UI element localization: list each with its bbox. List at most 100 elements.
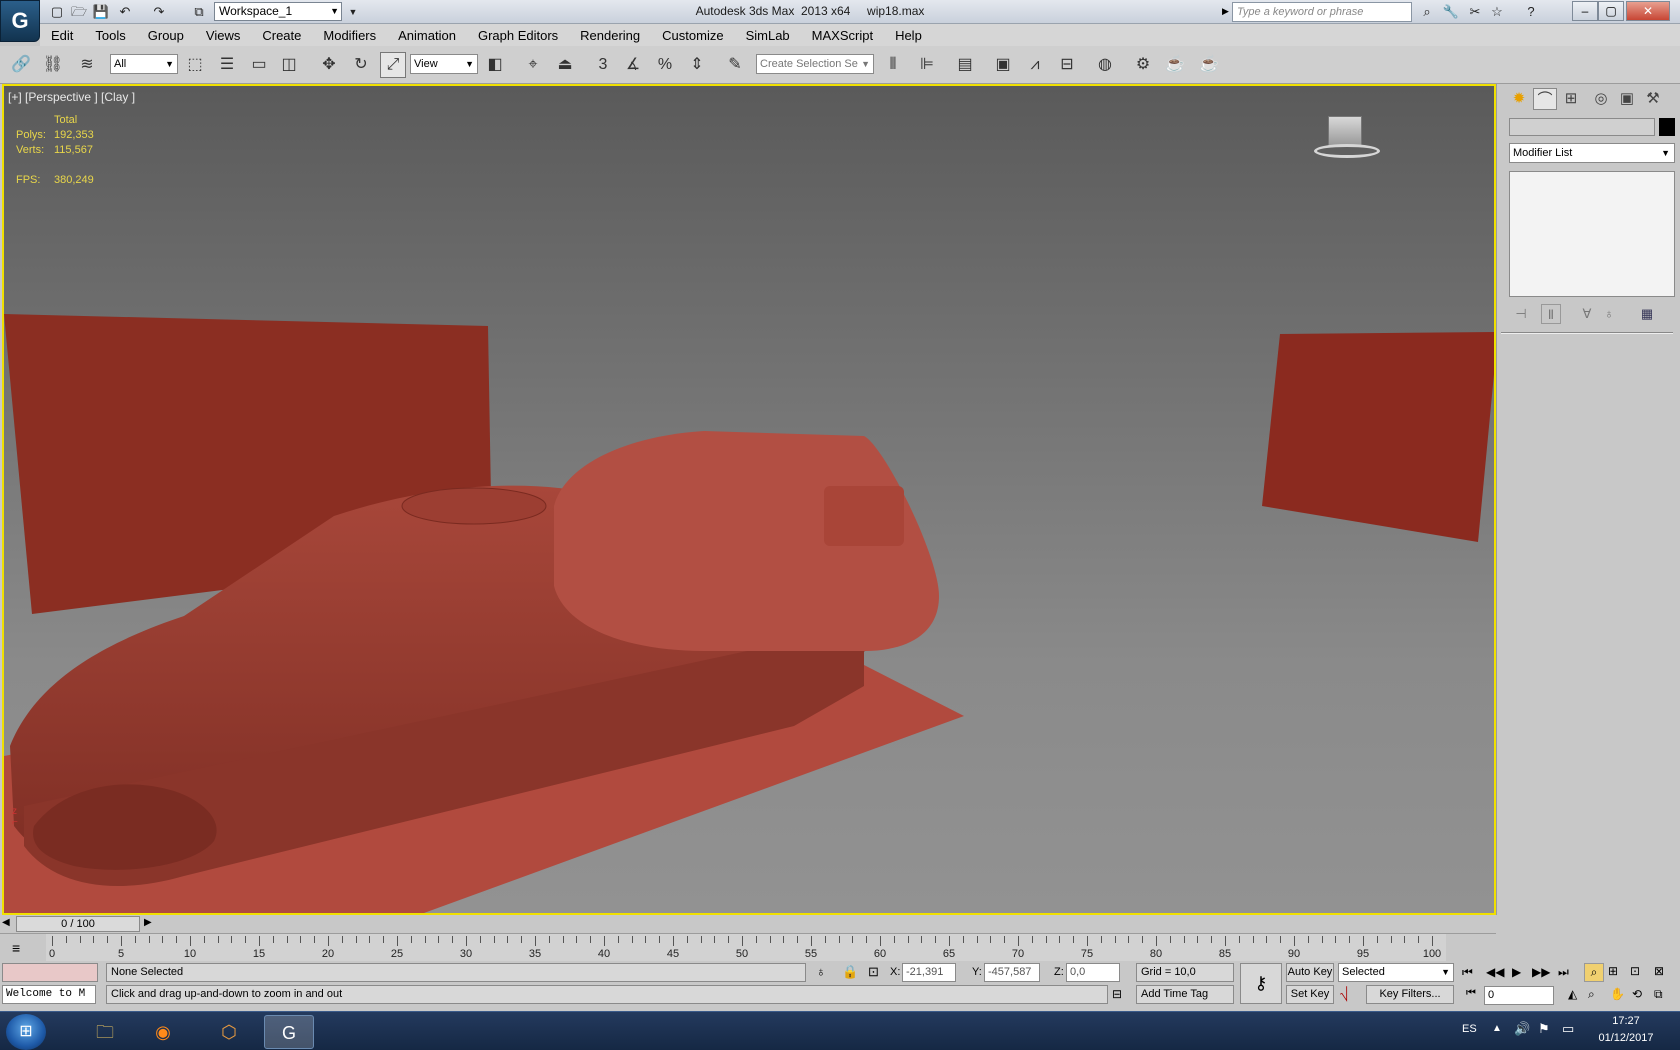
schematic-view-icon[interactable]: ⊟ xyxy=(1054,52,1080,78)
select-by-name-icon[interactable]: ☰ xyxy=(214,52,240,78)
time-slider[interactable]: ◀ 0 / 100 ▶ xyxy=(0,915,1496,933)
zoom-all-icon[interactable]: ⊞ xyxy=(1608,964,1618,978)
zoom-icon[interactable]: ⌕ xyxy=(1584,963,1604,982)
time-slider-thumb[interactable]: 0 / 100 xyxy=(16,916,140,932)
zoom-region-icon[interactable]: ⌕ xyxy=(1588,987,1595,1002)
menu-simlab[interactable]: SimLab xyxy=(735,28,801,43)
mirror-icon[interactable]: ⫴ xyxy=(880,52,906,78)
quick-access-dropdown-icon[interactable]: ▼ xyxy=(344,3,362,21)
key-filters-button[interactable]: Key Filters... xyxy=(1366,985,1454,1004)
select-object-icon[interactable]: ⬚ xyxy=(182,52,208,78)
current-frame-field[interactable]: 0 xyxy=(1484,986,1554,1005)
slider-right-arrow-icon[interactable]: ▶ xyxy=(144,917,152,928)
menu-edit[interactable]: Edit xyxy=(40,28,84,43)
new-file-icon[interactable]: ▢ xyxy=(48,3,66,21)
graphite-ribbon-icon[interactable]: ▣ xyxy=(990,52,1016,78)
show-end-result-icon[interactable]: Ⅱ xyxy=(1541,304,1561,324)
app-logo-icon[interactable]: G xyxy=(0,0,40,42)
keyboard-shortcut-override-icon[interactable]: ⏏ xyxy=(552,52,578,78)
3d-cube-app-icon[interactable]: ⬡ xyxy=(204,1015,254,1049)
maximize-viewport-icon[interactable]: ⧉ xyxy=(1654,987,1663,1002)
material-editor-icon[interactable]: ◍ xyxy=(1092,52,1118,78)
pin-stack-icon[interactable]: ⊣ xyxy=(1511,304,1531,324)
menu-customize[interactable]: Customize xyxy=(651,28,734,43)
modify-tab-icon[interactable]: ⌒ xyxy=(1533,88,1557,110)
auto-key-button[interactable]: Auto Key xyxy=(1286,963,1334,982)
next-frame-icon[interactable]: ▶▶ xyxy=(1532,965,1550,979)
edit-named-selection-icon[interactable]: ✎ xyxy=(722,52,748,78)
menu-tools[interactable]: Tools xyxy=(84,28,136,43)
menu-graph-editors[interactable]: Graph Editors xyxy=(467,28,569,43)
selection-filter-select[interactable]: All ▼ xyxy=(110,54,178,74)
hierarchy-tab-icon[interactable]: ⊞ xyxy=(1559,88,1583,110)
absolute-mode-icon[interactable]: ⊡ xyxy=(868,964,879,980)
align-icon[interactable]: ⊫ xyxy=(914,52,940,78)
workspace-select[interactable]: Workspace_1 ▼ xyxy=(214,2,342,21)
configure-modifier-sets-icon[interactable]: ▦ xyxy=(1637,304,1657,324)
rendered-frame-window-icon[interactable]: ☕ xyxy=(1162,52,1188,78)
play-icon[interactable]: ▶ xyxy=(1512,965,1521,979)
field-of-view-icon[interactable]: ◭ xyxy=(1568,987,1577,1001)
bind-space-warp-icon[interactable]: ≋ xyxy=(74,52,100,78)
curve-editor-icon[interactable]: ⩘ xyxy=(1022,52,1048,78)
modifier-list-select[interactable]: Modifier List ▼ xyxy=(1509,143,1675,163)
menu-views[interactable]: Views xyxy=(195,28,251,43)
show-hidden-icons[interactable]: ▲ xyxy=(1492,1023,1502,1034)
go-to-start-icon[interactable]: ⏮ xyxy=(1462,965,1473,980)
remove-modifier-icon[interactable]: ♁ xyxy=(1599,304,1619,324)
search-input[interactable]: Type a keyword or phrase xyxy=(1232,2,1412,22)
menu-help[interactable]: Help xyxy=(884,28,933,43)
previous-frame-icon[interactable]: ◀◀ xyxy=(1486,965,1504,979)
render-production-icon[interactable]: ☕ xyxy=(1196,52,1222,78)
orbit-icon[interactable]: ⟲ xyxy=(1632,987,1642,1001)
open-file-icon[interactable]: 🗁 xyxy=(70,3,88,21)
viewcube-icon[interactable] xyxy=(1314,116,1380,158)
select-and-scale-icon[interactable]: ⤢ xyxy=(380,52,406,78)
reference-coordinate-select[interactable]: View ▼ xyxy=(410,54,478,74)
search-expand-icon[interactable]: ▶ xyxy=(1222,6,1229,17)
set-key-button[interactable]: Set Key xyxy=(1286,985,1334,1004)
favorites-star-icon[interactable]: ☆ xyxy=(1488,3,1506,21)
mini-curve-editor-icon[interactable]: ≡ xyxy=(12,940,20,956)
frame-ruler[interactable]: 0 5 10 15 20 25 30 35 40 45 50 55 60 65 70 75 80 85 90 95 10… xyxy=(46,934,1446,962)
close-button[interactable]: ✕ xyxy=(1626,1,1670,21)
add-time-tag-button[interactable]: Add Time Tag xyxy=(1136,985,1234,1004)
time-tag-icon[interactable]: ⊟ xyxy=(1112,987,1122,1001)
action-center-icon[interactable]: ⚑ xyxy=(1538,1021,1550,1037)
manipulate-icon[interactable]: ⌖ xyxy=(520,52,546,78)
language-indicator[interactable]: ES xyxy=(1462,1023,1477,1035)
firefox-icon[interactable]: ◉ xyxy=(138,1015,188,1049)
go-to-end-icon[interactable]: ⏭ xyxy=(1558,965,1569,980)
maxscript-listener-output[interactable] xyxy=(2,963,98,982)
display-tab-icon[interactable]: ▣ xyxy=(1615,88,1639,110)
menu-group[interactable]: Group xyxy=(137,28,195,43)
x-coordinate-field[interactable]: -21,391 xyxy=(902,963,956,982)
window-crossing-icon[interactable]: ◫ xyxy=(276,52,302,78)
undo-icon[interactable]: ↶ xyxy=(116,3,134,21)
angle-snap-icon[interactable]: ∡ xyxy=(620,52,646,78)
menu-animation[interactable]: Animation xyxy=(387,28,467,43)
key-mode-icon[interactable]: ⏮ xyxy=(1466,987,1476,1000)
named-selection-set-select[interactable]: Create Selection Se ▼ xyxy=(756,54,874,74)
motion-tab-icon[interactable]: ◎ xyxy=(1589,88,1613,110)
slider-left-arrow-icon[interactable]: ◀ xyxy=(2,917,10,928)
utilities-tab-icon[interactable]: ⚒ xyxy=(1641,88,1665,110)
spinner-snap-icon[interactable]: ⇕ xyxy=(684,52,710,78)
minimize-button[interactable]: – xyxy=(1572,1,1598,21)
object-color-swatch[interactable] xyxy=(1659,118,1675,136)
help-icon[interactable]: ? xyxy=(1522,3,1540,21)
menu-create[interactable]: Create xyxy=(251,28,312,43)
modifier-stack-list[interactable] xyxy=(1509,171,1675,297)
menu-maxscript[interactable]: MAXScript xyxy=(801,28,884,43)
network-icon[interactable]: ▭ xyxy=(1562,1021,1574,1037)
3ds-max-taskbar-icon[interactable]: G xyxy=(264,1015,314,1049)
render-setup-icon[interactable]: ⚙ xyxy=(1130,52,1156,78)
select-and-link-icon[interactable]: 🔗 xyxy=(8,52,34,78)
file-explorer-icon[interactable]: 🗀 xyxy=(80,1015,130,1049)
track-bar[interactable]: ≡ 0 5 10 15 20 25 30 35 40 45 50 55 60 65 70 75 80 85 90 95… xyxy=(0,933,1496,962)
unlink-selection-icon[interactable]: ⛓ xyxy=(40,52,66,78)
redo-icon[interactable]: ↷ xyxy=(150,3,168,21)
clock-time[interactable]: 17:27 xyxy=(1596,1015,1656,1027)
menu-modifiers[interactable]: Modifiers xyxy=(312,28,387,43)
volume-icon[interactable]: 🔊 xyxy=(1514,1021,1530,1037)
